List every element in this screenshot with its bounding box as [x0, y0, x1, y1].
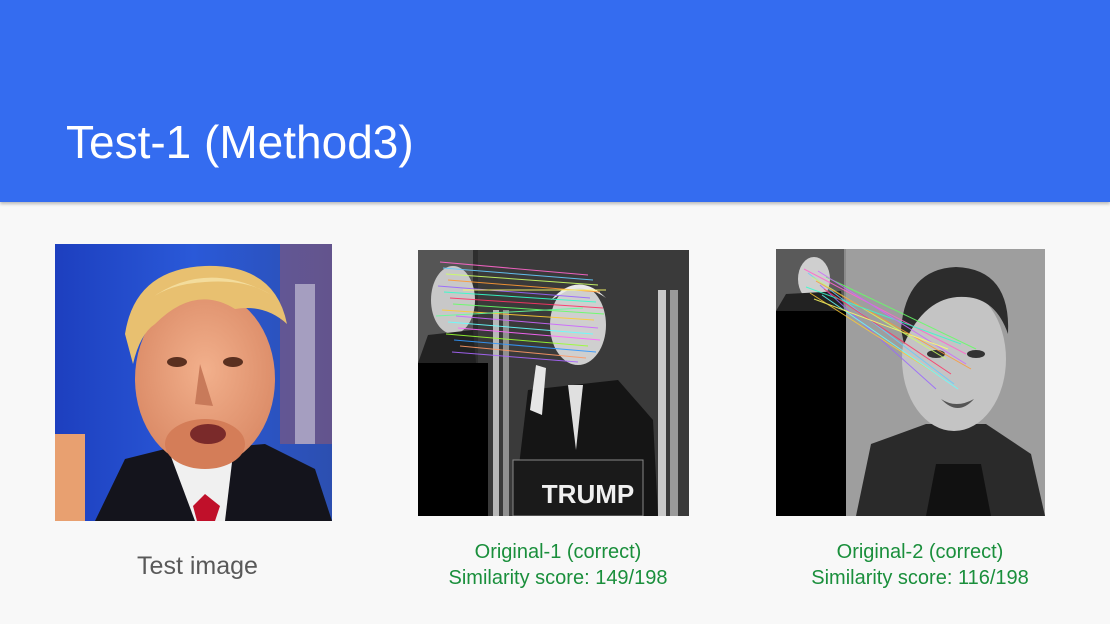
podium-sign-text: TRUMP	[542, 479, 634, 509]
original-1-image: TRUMP	[418, 250, 689, 516]
portrait-photo-icon	[55, 244, 332, 521]
slide-header: Test-1 (Method3)	[0, 0, 1110, 202]
original-1-similarity-score: Similarity score: 149/198	[448, 567, 668, 589]
keypoint-match-photo-icon	[776, 249, 1045, 516]
test-image	[55, 244, 332, 521]
slide-title: Test-1 (Method3)	[66, 116, 414, 168]
original-1-caption-title: Original-1 (correct)	[474, 541, 642, 563]
original-2-image	[776, 249, 1045, 516]
keypoint-match-photo-icon: TRUMP	[418, 250, 689, 516]
test-image-caption: Test image	[137, 552, 258, 580]
original-2-caption: Original-2 (correct) Similarity score: 1…	[760, 539, 1080, 591]
original-1-caption: Original-1 (correct) Similarity score: 1…	[398, 539, 718, 591]
original-2-similarity-score: Similarity score: 116/198	[811, 567, 1029, 589]
original-2-caption-title: Original-2 (correct)	[836, 541, 1004, 563]
